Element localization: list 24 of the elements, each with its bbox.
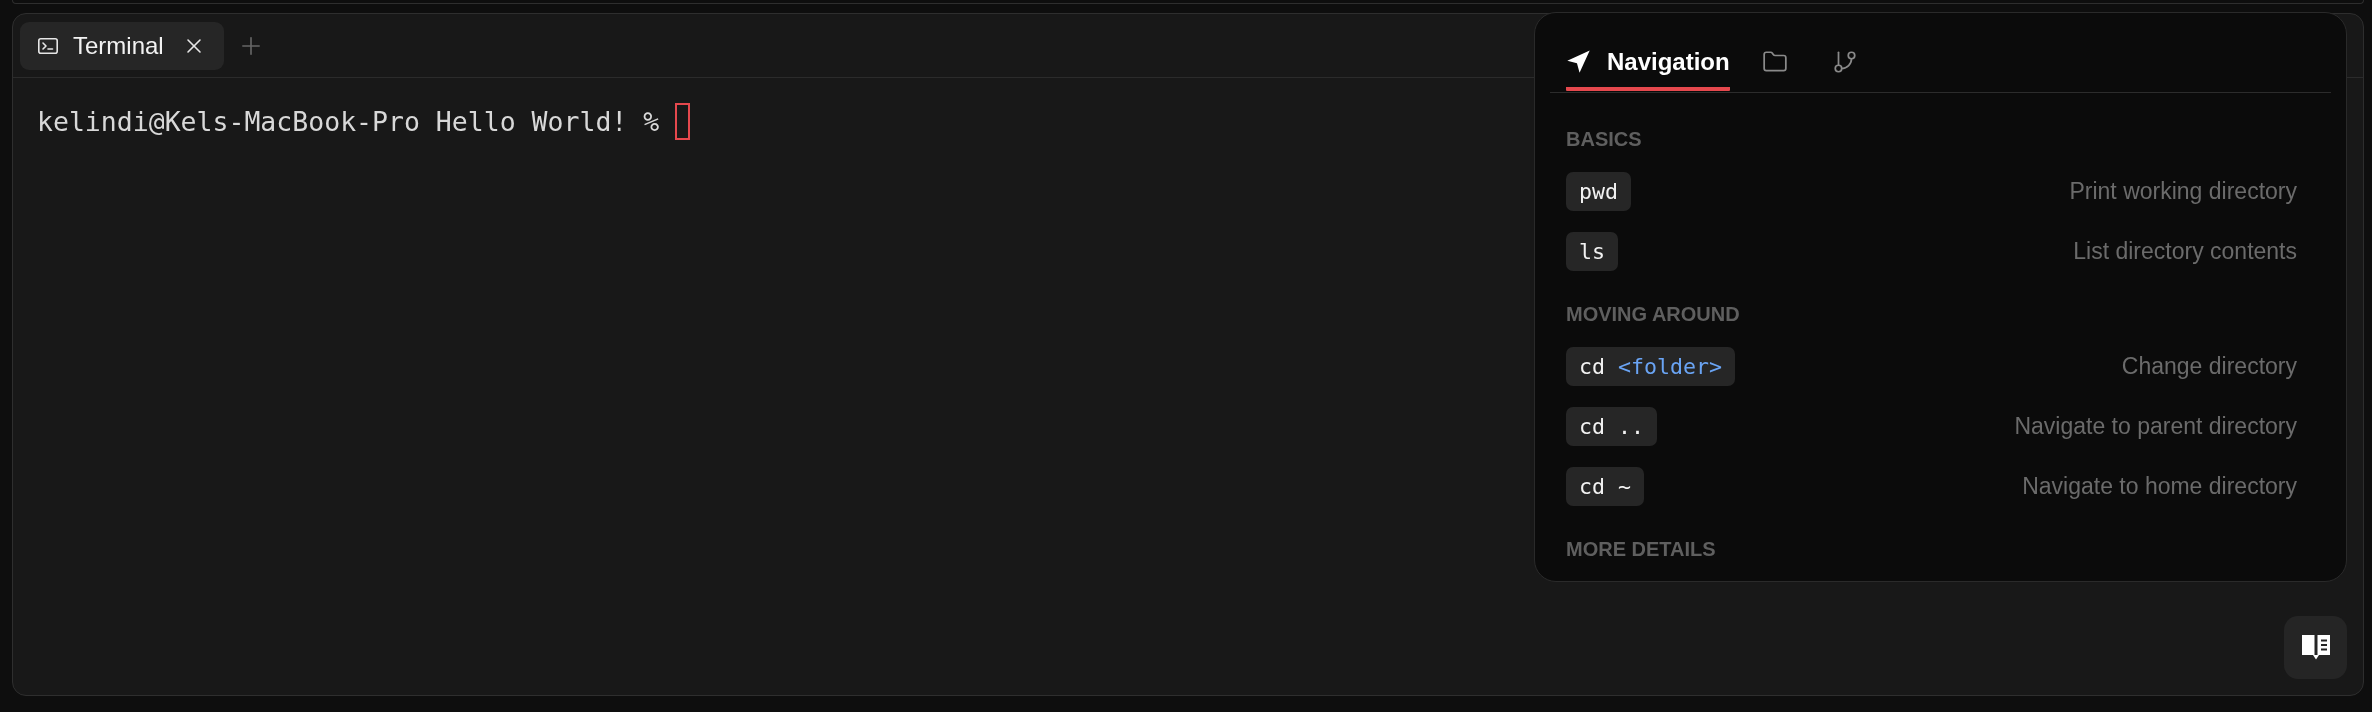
terminal-icon <box>38 37 58 54</box>
command-description: Change directory <box>2121 353 2297 380</box>
section-heading: MOVING AROUND <box>1566 302 1741 326</box>
navigation-arrow-icon <box>1566 50 1591 73</box>
command-code: cd ~ <box>1566 467 1644 506</box>
book-icon <box>2301 635 2330 660</box>
command-description: Navigate to home directory <box>2022 473 2297 500</box>
section-heading: BASICS <box>1566 127 1643 151</box>
branch-icon <box>1831 48 1858 75</box>
command-code: ls <box>1566 232 1618 271</box>
prompt-text: kelindi@Kels-MacBook-Pro Hello World! % <box>37 106 660 137</box>
text-cursor <box>675 103 691 140</box>
command-description: Print working directory <box>2069 178 2297 205</box>
terminal-tab[interactable]: Terminal <box>20 21 224 70</box>
panel-tab[interactable]: Navigation <box>1566 36 1730 91</box>
tab-label: Terminal <box>73 31 164 60</box>
command-code: pwd <box>1566 172 1631 211</box>
command-code: cd .. <box>1566 407 1657 446</box>
section-heading: MORE DETAILS <box>1566 537 1717 561</box>
command-description: List directory contents <box>2073 238 2297 265</box>
folder-icon <box>1761 48 1788 75</box>
command-code: cd <folder> <box>1566 347 1736 386</box>
command-description: Navigate to parent directory <box>2014 413 2297 440</box>
guide-button[interactable] <box>2284 616 2347 679</box>
